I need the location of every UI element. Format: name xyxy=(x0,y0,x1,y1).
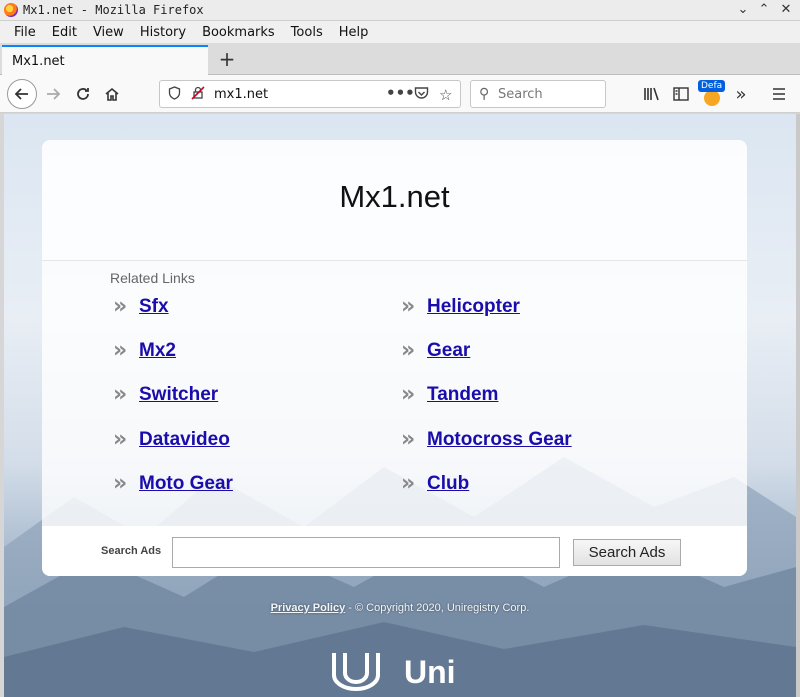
forward-button[interactable] xyxy=(40,81,66,107)
page-actions-icon[interactable]: ••• xyxy=(386,84,415,102)
reload-icon xyxy=(77,88,89,100)
forward-arrow-icon xyxy=(47,88,61,100)
menu-view[interactable]: View xyxy=(93,25,124,40)
related-link[interactable]: » Mx2 xyxy=(113,338,176,363)
link-mx2[interactable]: Mx2 xyxy=(139,340,176,362)
chevron-icon: » xyxy=(401,294,416,319)
menu-bar: File Edit View History Bookmarks Tools H… xyxy=(0,21,800,43)
page-viewport: Mx1.net Related Links » Sfx » Mx2 » Swit… xyxy=(4,114,796,697)
extension-badge: Defa xyxy=(698,80,726,92)
sidebar-icon xyxy=(673,87,689,101)
close-window-icon[interactable]: ✕ xyxy=(777,2,795,17)
related-link[interactable]: » Tandem xyxy=(401,382,498,407)
insecure-lock-icon[interactable] xyxy=(191,86,205,104)
search-icon: ⚲ xyxy=(479,86,490,102)
link-moto-gear[interactable]: Moto Gear xyxy=(139,473,233,495)
related-link[interactable]: » Datavideo xyxy=(113,427,230,452)
search-bar[interactable]: ⚲ Search xyxy=(470,80,606,108)
chevron-icon: » xyxy=(113,338,128,363)
chevron-icon: » xyxy=(401,427,416,452)
copyright-text: - © Copyright 2020, Uniregistry Corp. xyxy=(345,602,530,614)
home-button[interactable] xyxy=(99,81,125,107)
menu-file[interactable]: File xyxy=(14,25,36,40)
chevron-icon: » xyxy=(113,294,128,319)
minimize-icon[interactable]: ⌄ xyxy=(734,2,752,17)
tab-bar: Mx1.net + xyxy=(0,43,800,76)
extension-icon xyxy=(704,90,720,106)
related-link[interactable]: » Club xyxy=(401,471,469,496)
tab-title: Mx1.net xyxy=(12,54,65,69)
sidebar-button[interactable] xyxy=(668,81,694,107)
overflow-chevron-icon[interactable]: » xyxy=(728,81,754,107)
bookmark-star-icon[interactable]: ☆ xyxy=(439,86,452,104)
search-placeholder: Search xyxy=(498,87,543,102)
menu-tools[interactable]: Tools xyxy=(291,25,323,40)
back-button[interactable] xyxy=(7,79,37,109)
new-tab-button[interactable]: + xyxy=(216,47,238,71)
link-helicopter[interactable]: Helicopter xyxy=(427,296,520,318)
link-gear[interactable]: Gear xyxy=(427,340,470,362)
uni-logo-mark-icon xyxy=(332,653,380,691)
firefox-icon xyxy=(4,3,18,17)
search-ads-row: Search Ads Search Ads xyxy=(42,526,747,576)
menu-edit[interactable]: Edit xyxy=(52,25,77,40)
chevron-icon: » xyxy=(113,471,128,496)
related-link[interactable]: » Switcher xyxy=(113,382,218,407)
navigation-toolbar: mx1.net ••• ☆ ⚲ Search Defa » xyxy=(0,75,800,113)
privacy-policy-link[interactable]: Privacy Policy xyxy=(271,602,346,614)
page-footer: Privacy Policy - © Copyright 2020, Unire… xyxy=(4,602,796,614)
page-title: Mx1.net xyxy=(339,179,450,214)
chevron-icon: » xyxy=(113,382,128,407)
window-titlebar: Mx1.net - Mozilla Firefox ⌄ ⌃ ✕ xyxy=(0,0,800,21)
menu-bookmarks[interactable]: Bookmarks xyxy=(202,25,275,40)
chevron-icon: » xyxy=(401,382,416,407)
uni-logo-text: Uni xyxy=(404,654,456,690)
related-link[interactable]: » Sfx xyxy=(113,294,169,319)
pocket-icon[interactable] xyxy=(414,86,429,104)
reload-button[interactable] xyxy=(70,81,96,107)
link-sfx[interactable]: Sfx xyxy=(139,296,169,318)
link-tandem[interactable]: Tandem xyxy=(427,384,498,406)
window-title: Mx1.net - Mozilla Firefox xyxy=(23,3,204,17)
menu-help[interactable]: Help xyxy=(339,25,369,40)
url-bar[interactable]: mx1.net ••• ☆ xyxy=(159,80,461,108)
library-icon xyxy=(644,87,659,101)
hamburger-menu-icon[interactable] xyxy=(766,81,792,107)
home-icon xyxy=(105,87,119,101)
link-motocross-gear[interactable]: Motocross Gear xyxy=(427,429,572,451)
window-right-edge xyxy=(796,114,800,697)
search-ads-button[interactable]: Search Ads xyxy=(573,539,681,566)
card-header: Mx1.net xyxy=(42,140,747,261)
menu-history[interactable]: History xyxy=(140,25,186,40)
related-link[interactable]: » Moto Gear xyxy=(113,471,233,496)
related-links-label: Related Links xyxy=(110,270,195,286)
search-ads-input[interactable] xyxy=(172,537,560,568)
search-ads-label: Search Ads xyxy=(101,545,162,557)
maximize-icon[interactable]: ⌃ xyxy=(755,2,773,17)
related-link[interactable]: » Motocross Gear xyxy=(401,427,572,452)
related-link[interactable]: » Gear xyxy=(401,338,470,363)
link-club[interactable]: Club xyxy=(427,473,469,495)
chevron-icon: » xyxy=(113,427,128,452)
link-switcher[interactable]: Switcher xyxy=(139,384,218,406)
chevron-icon: » xyxy=(401,471,416,496)
chevron-icon: » xyxy=(401,338,416,363)
back-arrow-icon xyxy=(14,88,28,100)
library-button[interactable] xyxy=(639,81,665,107)
content-card: Mx1.net Related Links » Sfx » Mx2 » Swit… xyxy=(42,140,747,576)
related-link[interactable]: » Helicopter xyxy=(401,294,520,319)
tab-mx1[interactable]: Mx1.net xyxy=(2,45,208,76)
url-text: mx1.net xyxy=(214,87,269,102)
uniregistry-logo: Uni xyxy=(332,651,456,691)
link-datavideo[interactable]: Datavideo xyxy=(139,429,230,451)
shield-icon[interactable] xyxy=(168,86,181,104)
